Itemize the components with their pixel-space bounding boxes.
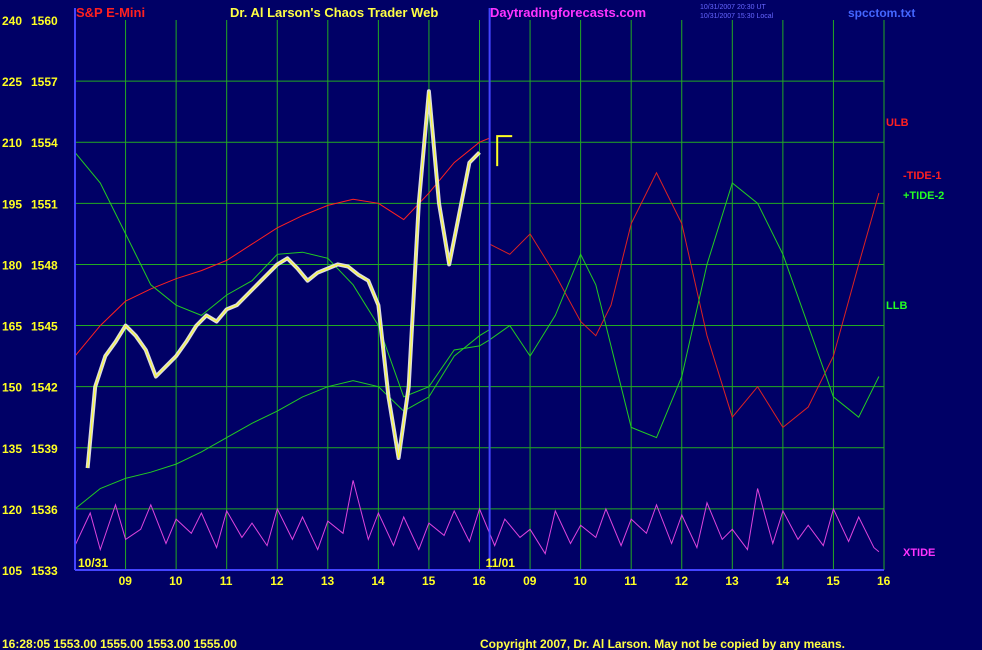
quote-line: 16:28:05 1553.00 1555.00 1553.00 1555.00 [2,637,237,650]
series-lines [74,89,880,555]
forecast-bracket [496,135,513,167]
x-tick-label: 15 [422,574,436,588]
x-tick-label: 10 [574,574,588,588]
y-label-left: 195 [2,197,22,211]
x-tick-label: 11 [220,574,233,588]
ulb-label: ULB [886,117,909,129]
x-tick-label: 10 [169,574,183,588]
y-label-left: 105 [2,564,22,578]
x-tick-label: 13 [321,574,335,588]
xtide-label: XTIDE [903,547,935,559]
date-label: 10/31 [78,556,108,570]
y-label-price: 1557 [31,75,58,89]
series-ulb [74,137,490,357]
y-label-left: 210 [2,136,22,150]
price-average [87,91,480,469]
time-local: 10/31/2007 15:30 Local [700,13,774,20]
y-label-left: 165 [2,320,22,334]
x-tick-label: 09 [119,574,133,588]
x-tick-label: 14 [371,574,385,588]
x-tick-label: 16 [877,574,891,588]
grid [75,20,885,570]
tide2-label: +TIDE-2 [903,190,944,202]
x-tick-label: 12 [675,574,689,588]
x-tick-label: 09 [523,574,537,588]
copyright: Copyright 2007, Dr. Al Larson. May not b… [480,637,845,650]
y-label-left: 135 [2,442,22,456]
y-label-price: 1548 [31,258,58,272]
y-label-left: 240 [2,14,22,28]
x-tick-label: 11 [624,574,637,588]
series-xtide [74,480,880,555]
time-utc: 10/31/2007 20:30 UT [700,4,766,11]
y-label-price: 1560 [31,14,58,28]
filename-label: spcctom.txt [848,6,915,20]
series--tide-1 [489,171,880,429]
x-tick-label: 13 [725,574,739,588]
series-llb [74,329,490,510]
y-label-price: 1551 [31,197,58,211]
y-label-price: 1545 [31,320,58,334]
axes: 240 1560 225 1557 210 1554 195 1551 180 1548 165 15… [2,8,891,588]
y-label-left: 150 [2,381,22,395]
x-tick-label: 14 [776,574,790,588]
y-label-price: 1554 [31,136,58,150]
x-tick-label: 16 [473,574,487,588]
price-bars [85,89,481,469]
x-tick-label: 12 [270,574,284,588]
instrument-label: S&P E-Mini [76,5,145,20]
series--tide-2 [74,152,880,439]
chart-window: S&P E-Mini Dr. Al Larson's Chaos Trader … [0,0,982,650]
y-label-left: 180 [2,258,22,272]
x-tick-label: 15 [826,574,840,588]
llb-label: LLB [886,300,907,312]
y-label-left: 120 [2,503,22,517]
chart-canvas: S&P E-Mini Dr. Al Larson's Chaos Trader … [2,4,944,650]
y-label-price: 1533 [31,564,58,578]
y-label-price: 1536 [31,503,58,517]
y-label-left: 225 [2,75,22,89]
date-label: 11/01 [486,556,516,570]
tide1-label: -TIDE-1 [903,170,942,182]
chart-title: Dr. Al Larson's Chaos Trader Web [230,5,438,20]
y-label-price: 1539 [31,442,58,456]
y-label-price: 1542 [31,381,58,395]
site-label: Daytradingforecasts.com [490,5,646,20]
